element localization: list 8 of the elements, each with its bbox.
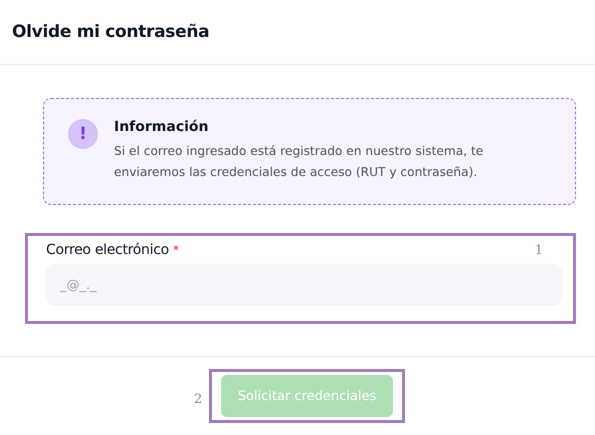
annotation-number: 2 bbox=[194, 392, 202, 407]
info-title: Información bbox=[114, 119, 210, 135]
field-label: Correo electrónico * bbox=[46, 242, 179, 258]
info-icon: ! bbox=[68, 119, 98, 149]
annotation-number: 1 bbox=[534, 243, 543, 258]
email-field[interactable]: _@_._ bbox=[46, 264, 562, 306]
info-message: Si el correo ingresado está registrado en nuestro sistema, te enviaremos las credenciales de acceso (RUT y contraseña). bbox=[114, 143, 484, 181]
dialog-title: Olvide mi contraseña bbox=[12, 22, 210, 42]
